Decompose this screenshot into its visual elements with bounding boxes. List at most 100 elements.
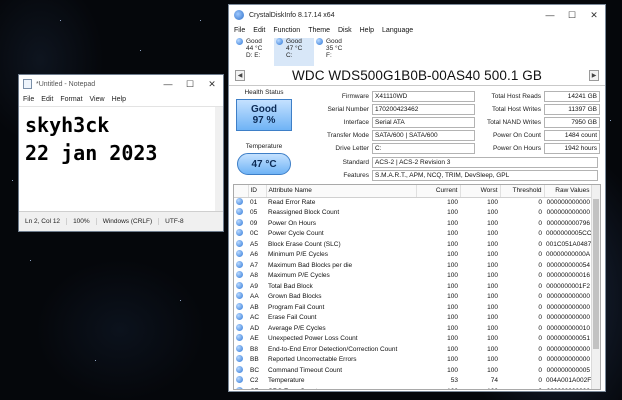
attribute-worst: 100 xyxy=(487,230,498,238)
attribute-worst: 100 xyxy=(487,209,498,217)
attribute-threshold: 0 xyxy=(538,293,542,301)
table-row[interactable]: C2 Temperature 53 74 0 004A001A002F xyxy=(234,376,592,387)
table-row[interactable]: AA Grown Bad Blocks 100 100 0 000000000000 xyxy=(234,292,592,303)
attribute-raw: 000000000054 xyxy=(546,261,590,269)
table-row[interactable]: 01 Read Error Rate 100 100 0 000000000000 xyxy=(234,197,592,208)
table-row[interactable]: 05 Reassigned Block Count 100 100 0 000000000… xyxy=(234,208,592,219)
maximize-icon[interactable]: ☐ xyxy=(561,6,583,24)
transfer-value: SATA/600 | SATA/600 xyxy=(372,129,475,141)
column-header-id[interactable]: ID xyxy=(248,185,267,198)
status-dot-icon xyxy=(236,376,243,384)
status-cell xyxy=(234,334,248,345)
attribute-name: Erase Fail Count xyxy=(268,314,317,322)
menu-format[interactable]: Format xyxy=(60,96,82,103)
health-status-button[interactable]: Good 97 % xyxy=(236,99,292,131)
menu-theme[interactable]: Theme xyxy=(308,27,330,34)
host-reads-value: 14241 GB xyxy=(544,90,600,102)
cdi-menu-bar: File Edit Function Theme Disk Help Langu… xyxy=(229,25,605,36)
table-row[interactable]: A7 Maximum Bad Blocks per die 100 100 0 00000… xyxy=(234,260,592,271)
table-row[interactable]: BB Reported Uncorrectable Errors 100 100 0 00… xyxy=(234,355,592,366)
attribute-id: AC xyxy=(250,314,260,322)
attribute-threshold: 0 xyxy=(538,209,542,217)
next-disk-icon[interactable]: ▶ xyxy=(589,70,599,81)
close-icon[interactable]: ✕ xyxy=(583,6,605,24)
column-header-attribute[interactable]: Attribute Name xyxy=(266,185,417,198)
notepad-title-bar[interactable]: *Untitled - Notepad — ☐ ✕ xyxy=(19,75,223,93)
menu-function[interactable]: Function xyxy=(273,27,300,34)
table-row[interactable]: A9 Total Bad Block 100 100 0 0000000001F2 xyxy=(234,281,592,292)
table-row[interactable]: C7CRC Error Count1001000000000000000 xyxy=(234,386,592,389)
features-label: Features xyxy=(343,171,369,179)
minimize-icon[interactable]: — xyxy=(539,6,561,24)
status-dot-icon xyxy=(236,386,243,389)
host-reads-label: Total Host Reads xyxy=(491,92,542,100)
scrollbar-thumb[interactable] xyxy=(593,199,599,349)
table-row[interactable]: 0C Power Cycle Count 100 100 0 0000000005CC xyxy=(234,229,592,240)
status-dot-icon xyxy=(316,38,323,45)
attribute-worst: 100 xyxy=(487,251,498,259)
menu-file[interactable]: File xyxy=(23,96,34,103)
notepad-icon xyxy=(23,79,32,89)
table-row[interactable]: A5 Block Erase Count (SLC) 100 100 0 001C051A… xyxy=(234,239,592,250)
drive-selector: Good 44 °C D: E: Good 47 °C C: Good 35 °… xyxy=(229,36,605,66)
table-row[interactable]: BC Command Timeout Count 100 100 0 0000000000… xyxy=(234,365,592,376)
cdi-title-bar[interactable]: CrystalDiskInfo 8.17.14 x64 — ☐ ✕ xyxy=(229,5,605,25)
table-row[interactable]: AE Unexpected Power Loss Count 100 100 0 0000… xyxy=(234,334,592,345)
menu-disk[interactable]: Disk xyxy=(338,27,352,34)
table-row[interactable]: AC Erase Fail Count 100 100 0 000000000000 xyxy=(234,313,592,324)
attribute-name: CRC Error Count xyxy=(266,386,416,389)
serial-label: Serial Number xyxy=(327,105,369,113)
table-row[interactable]: 09 Power On Hours 100 100 0 000000000796 xyxy=(234,218,592,229)
menu-view[interactable]: View xyxy=(90,96,105,103)
table-row[interactable]: B8 End-to-End Error Detection/Correction … xyxy=(234,344,592,355)
menu-language[interactable]: Language xyxy=(382,27,413,34)
health-panel: Health Status Good 97 % Temperature 47 °… xyxy=(235,89,293,175)
host-writes-row: Total Host Writes 11397 GB xyxy=(479,103,600,115)
attribute-raw: 004A001A002F xyxy=(546,377,592,385)
attribute-current: 100 xyxy=(447,261,458,269)
column-header-current[interactable]: Current xyxy=(416,185,461,198)
cdi-title: CrystalDiskInfo 8.17.14 x64 xyxy=(249,11,335,19)
attribute-current: 100 xyxy=(447,335,458,343)
minimize-icon[interactable]: — xyxy=(157,75,179,93)
attribute-threshold: 0 xyxy=(538,377,542,385)
disk-model: WDC WDS500G1B0B-00AS40 500.1 GB xyxy=(292,68,542,83)
status-column-header[interactable] xyxy=(234,185,249,198)
menu-help[interactable]: Help xyxy=(360,27,374,34)
attribute-raw: 000000000796 xyxy=(546,219,590,227)
column-header-raw[interactable]: Raw Values xyxy=(544,185,593,198)
attribute-threshold: 0 xyxy=(538,240,542,248)
status-dot-icon xyxy=(236,313,243,321)
menu-file[interactable]: File xyxy=(234,27,245,34)
table-row[interactable]: A6 Minimum P/E Cycles 100 100 0 00000000000A xyxy=(234,250,592,261)
status-cell xyxy=(234,281,248,292)
notepad-scrollbar[interactable] xyxy=(215,107,223,211)
attribute-name: Unexpected Power Loss Count xyxy=(268,335,358,343)
close-icon[interactable]: ✕ xyxy=(201,75,223,93)
menu-edit[interactable]: Edit xyxy=(253,27,265,34)
attribute-id: A5 xyxy=(250,240,258,248)
notepad-text-area[interactable]: skyh3ck 22 jan 2023 xyxy=(19,106,223,211)
attribute-current: 100 xyxy=(447,293,458,301)
attribute-worst: 100 xyxy=(460,386,500,389)
drive-tab[interactable]: Good 35 °C F: xyxy=(314,38,354,66)
column-header-threshold[interactable]: Threshold xyxy=(500,185,545,198)
drive-tab-selected[interactable]: Good 47 °C C: xyxy=(274,38,314,66)
table-row[interactable]: A8 Maximum P/E Cycles 100 100 0 000000000016 xyxy=(234,271,592,282)
table-row[interactable]: AD Average P/E Cycles 100 100 0 000000000010 xyxy=(234,323,592,334)
column-header-worst[interactable]: Worst xyxy=(460,185,501,198)
attributes-scrollbar[interactable] xyxy=(591,185,600,389)
maximize-icon[interactable]: ☐ xyxy=(179,75,201,93)
cursor-position: Ln 2, Col 12 xyxy=(19,218,68,225)
status-cell xyxy=(234,271,248,282)
attribute-current: 100 xyxy=(447,366,458,374)
table-header: ID Attribute Name Current Worst Threshol… xyxy=(234,185,593,198)
firmware-label: Firmware xyxy=(341,92,369,100)
drive-tab[interactable]: Good 44 °C D: E: xyxy=(234,38,274,66)
transfer-row: Transfer Mode SATA/600 | SATA/600 xyxy=(297,129,475,141)
attribute-threshold: 0 xyxy=(538,251,542,259)
menu-help[interactable]: Help xyxy=(112,96,126,103)
menu-edit[interactable]: Edit xyxy=(41,96,53,103)
previous-disk-icon[interactable]: ◀ xyxy=(235,70,245,81)
table-row[interactable]: AB Program Fail Count 100 100 0 000000000000 xyxy=(234,302,592,313)
